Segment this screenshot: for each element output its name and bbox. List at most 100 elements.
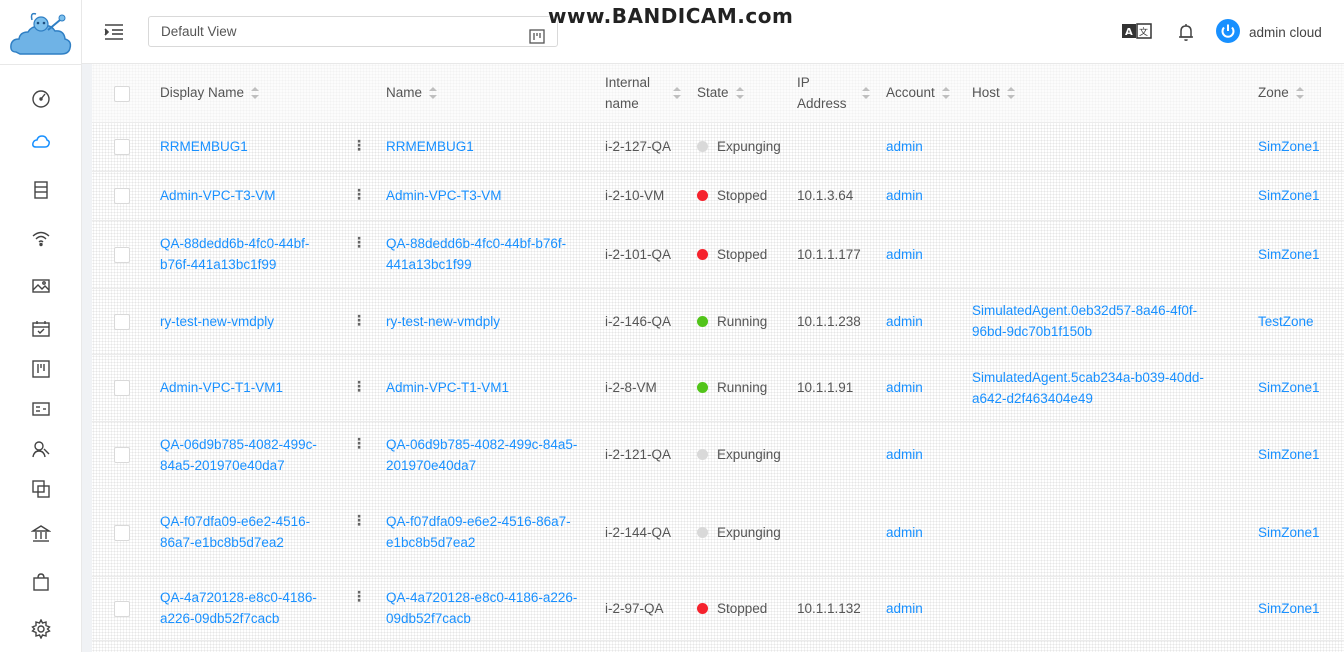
sort-icon[interactable] [673, 86, 681, 99]
sort-icon[interactable] [429, 86, 438, 99]
row-checkbox[interactable] [114, 246, 130, 263]
col-name[interactable]: Name [378, 64, 597, 123]
name-link[interactable]: QA-f07dfa09-e6e2-4516-86a7-e1bc8b5d7ea2 [386, 511, 586, 553]
id-card-icon[interactable] [30, 398, 52, 420]
image-icon[interactable] [30, 275, 52, 297]
row-checkbox[interactable] [114, 313, 130, 330]
table-row[interactable]: RRMEMBUG1 ⋮ RRMEMBUG1 i-2-127-QA Expunging ad… [92, 122, 1344, 172]
display-name-link[interactable]: QA-f07dfa09-e6e2-4516-86a7-e1bc8b5d7ea2 [160, 511, 338, 553]
display-name-link[interactable]: ry-test-new-vmdply [160, 311, 338, 332]
menu-unfold-icon[interactable] [104, 23, 124, 41]
storage-icon[interactable] [30, 179, 52, 201]
more-actions-icon[interactable]: ⋮ [352, 235, 366, 249]
row-checkbox[interactable] [114, 380, 130, 397]
account-link[interactable]: admin [886, 139, 923, 154]
bell-icon[interactable] [1176, 22, 1198, 42]
zone-link[interactable]: SimZone1 [1258, 247, 1320, 262]
name-link[interactable]: RRMEMBUG1 [386, 136, 586, 157]
display-name-link[interactable]: QA-88dedd6b-4fc0-44bf-b76f-441a13bc1f99 [160, 233, 338, 275]
name-link[interactable]: QA-88dedd6b-4fc0-44bf-b76f-441a13bc1f99 [386, 233, 586, 275]
sort-icon[interactable] [941, 86, 950, 99]
col-account[interactable]: Account [878, 64, 964, 123]
col-host[interactable]: Host [964, 64, 1250, 123]
zone-link[interactable]: SimZone1 [1258, 380, 1320, 395]
name-link[interactable]: Admin-VPC-T1-VM1 [386, 377, 586, 398]
row-checkbox[interactable] [114, 447, 130, 464]
row-checkbox[interactable] [114, 600, 130, 617]
bank-icon[interactable] [30, 523, 52, 545]
row-checkbox[interactable] [114, 188, 130, 205]
ip-address: 10.1.1.91 [789, 354, 878, 422]
project-icon[interactable] [30, 358, 52, 380]
display-name-link[interactable]: Admin-VPC-T1-VM1 [160, 377, 338, 398]
sort-icon[interactable] [1295, 86, 1304, 99]
sort-icon[interactable] [251, 86, 260, 99]
display-name-link[interactable]: RRMEMBUG1 [160, 136, 338, 157]
dashboard-icon[interactable] [30, 87, 52, 109]
calendar-icon[interactable] [30, 318, 52, 340]
sort-icon[interactable] [862, 86, 870, 99]
account-link[interactable]: admin [886, 314, 923, 329]
more-actions-icon[interactable]: ⋮ [352, 589, 366, 603]
project-view-icon[interactable] [529, 25, 545, 44]
internal-name: i-2-101-QA [597, 220, 689, 289]
view-selector[interactable]: Default View [148, 16, 558, 47]
zone-link[interactable]: SimZone1 [1258, 188, 1320, 203]
display-name-link[interactable]: Admin-VPC-T3-VM [160, 185, 338, 206]
display-name-link[interactable]: QA-06d9b785-4082-499c-84a5-201970e40da7 [160, 434, 338, 476]
more-actions-icon[interactable]: ⋮ [352, 313, 366, 327]
account-link[interactable]: admin [886, 525, 923, 540]
name-link[interactable]: QA-06d9b785-4082-499c-84a5-201970e40da7 [386, 434, 586, 476]
state-badge: Stopped [697, 185, 781, 206]
col-zone[interactable]: Zone [1250, 64, 1344, 123]
user-menu[interactable]: admin cloud [1216, 18, 1322, 44]
more-actions-icon[interactable]: ⋮ [352, 379, 366, 393]
display-name-link[interactable]: QA-4a720128-e8c0-4186-a226-09db52f7cacb [160, 587, 338, 629]
account-link[interactable]: admin [886, 247, 923, 262]
block-icon[interactable] [30, 478, 52, 500]
sort-icon[interactable] [1006, 86, 1015, 99]
more-actions-icon[interactable]: ⋮ [352, 513, 366, 527]
name-link[interactable]: ry-test-new-vmdply [386, 311, 586, 332]
col-state[interactable]: State [689, 64, 789, 123]
select-all-checkbox[interactable] [114, 85, 130, 102]
name-link[interactable]: Admin-VPC-T3-VM [386, 185, 586, 206]
cloud-icon[interactable] [30, 131, 52, 153]
sort-icon[interactable] [735, 86, 744, 99]
table-row[interactable]: QA-06d9b785-4082-499c-84a5-201970e40da7 ⋮… [92, 421, 1344, 489]
table-row[interactable]: QA-88dedd6b-4fc0-44bf-b76f-441a13bc1f99 ⋮… [92, 220, 1344, 289]
col-display-name[interactable]: Display Name [152, 64, 378, 123]
table-row[interactable]: QA-4a720128-e8c0-4186-a226-09db52f7cacb ⋮… [92, 576, 1344, 641]
row-checkbox[interactable] [114, 139, 130, 156]
host-link[interactable]: SimulatedAgent.0eb32d57-8a46-4f0f-96bd-9… [972, 300, 1222, 342]
translate-icon[interactable]: A文 [1122, 22, 1152, 42]
bag-icon[interactable] [30, 571, 52, 593]
settings-icon[interactable] [30, 618, 52, 640]
state-badge: Running [697, 311, 781, 332]
zone-link[interactable]: TestZone [1258, 314, 1314, 329]
table-row[interactable]: QA-f07dfa09-e6e2-4516-86a7-e1bc8b5d7ea2 ⋮… [92, 488, 1344, 577]
cloudmonkey-logo[interactable] [8, 8, 74, 62]
col-ip-address[interactable]: IP Address [789, 64, 878, 123]
host-link[interactable]: SimulatedAgent.5cab234a-b039-40dd-a642-d… [972, 367, 1222, 409]
zone-link[interactable]: SimZone1 [1258, 601, 1320, 616]
table-row[interactable]: Admin-VPC-T3-VM ⋮ Admin-VPC-T3-VM i-2-10-VM… [92, 171, 1344, 221]
table-row[interactable]: ry-test-new-vmdply ⋮ ry-test-new-vmdply i-2… [92, 288, 1344, 355]
table-row[interactable]: Admin-VPC-T1-VM1 ⋮ Admin-VPC-T1-VM1 i-2-8-V… [92, 354, 1344, 422]
account-link[interactable]: admin [886, 601, 923, 616]
state-badge: Expunging [697, 444, 781, 465]
more-actions-icon[interactable]: ⋮ [352, 187, 366, 201]
zone-link[interactable]: SimZone1 [1258, 139, 1320, 154]
account-link[interactable]: admin [886, 188, 923, 203]
more-actions-icon[interactable]: ⋮ [352, 436, 366, 450]
zone-link[interactable]: SimZone1 [1258, 525, 1320, 540]
row-checkbox[interactable] [114, 524, 130, 541]
more-actions-icon[interactable]: ⋮ [352, 138, 366, 152]
wifi-icon[interactable] [30, 227, 52, 249]
zone-link[interactable]: SimZone1 [1258, 447, 1320, 462]
account-link[interactable]: admin [886, 447, 923, 462]
account-link[interactable]: admin [886, 380, 923, 395]
name-link[interactable]: QA-4a720128-e8c0-4186-a226-09db52f7cacb [386, 587, 586, 629]
col-internal-name[interactable]: Internal name [597, 64, 689, 123]
users-icon[interactable] [30, 438, 52, 460]
